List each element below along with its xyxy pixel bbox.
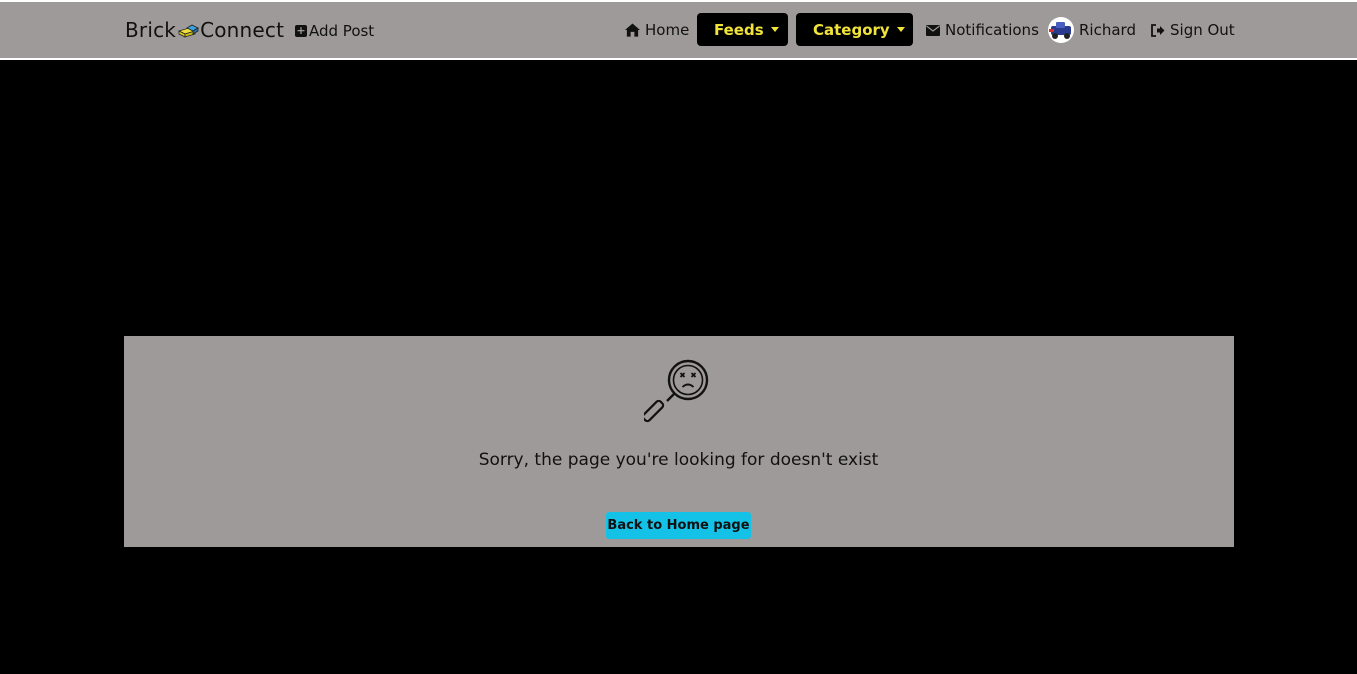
sign-out-label: Sign Out	[1170, 21, 1235, 39]
category-label: Category	[813, 20, 890, 39]
home-icon	[625, 23, 640, 37]
nav-home[interactable]: Home	[625, 13, 689, 47]
back-to-home-button[interactable]: Back to Home page	[606, 512, 751, 539]
nav-sign-out[interactable]: Sign Out	[1151, 13, 1235, 47]
user-name-label: Richard	[1079, 21, 1136, 39]
feeds-label: Feeds	[714, 20, 764, 39]
plus-square-icon: +	[295, 24, 307, 37]
notifications-label: Notifications	[945, 21, 1039, 39]
nav-profile[interactable]: Richard	[1048, 13, 1136, 47]
not-found-message: Sorry, the page you're looking for doesn…	[478, 450, 879, 470]
avatar	[1048, 17, 1074, 43]
chevron-down-icon	[770, 27, 779, 32]
chevron-down-icon	[896, 27, 905, 32]
brand-text-left: Brick	[125, 18, 177, 42]
feeds-dropdown[interactable]: Feeds	[697, 13, 788, 46]
add-post-link[interactable]: + Add Post	[295, 22, 374, 40]
category-dropdown[interactable]: Category	[796, 13, 913, 46]
nav-notifications[interactable]: Notifications	[926, 13, 1039, 47]
envelope-icon	[926, 24, 940, 36]
brand-logo[interactable]: Brick Connect	[125, 18, 284, 42]
brand-text-right: Connect	[200, 18, 285, 42]
navbar: Brick Connect + Add Post Home Feeds Cate…	[0, 2, 1357, 60]
sign-out-icon	[1151, 23, 1165, 37]
add-post-label: Add Post	[309, 22, 375, 40]
nav-home-label: Home	[645, 21, 690, 39]
magnifier-sad-face-icon	[644, 359, 709, 423]
brick-icon	[177, 24, 199, 38]
